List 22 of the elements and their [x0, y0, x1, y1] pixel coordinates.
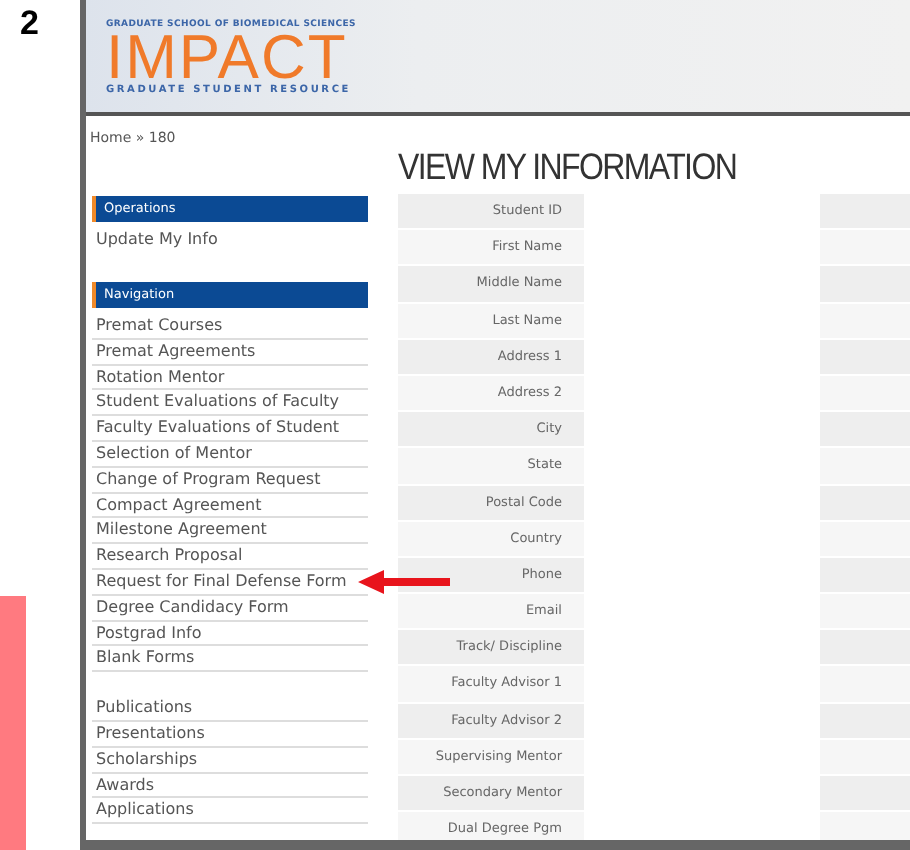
sidebar-link[interactable]: Update My Info: [92, 222, 368, 256]
sidebar-link[interactable]: Faculty Evaluations of Student: [96, 416, 340, 440]
sidebar-link[interactable]: Applications: [96, 798, 194, 823]
sidebar-link[interactable]: Student Evaluations of Faculty: [96, 390, 340, 415]
sidebar-link[interactable]: Compact Agreement: [96, 493, 262, 517]
sidebar-link[interactable]: Blank Forms: [96, 646, 195, 671]
sidebar-link[interactable]: Scholarships: [96, 747, 198, 772]
sidebar-link[interactable]: Research Proposal: [96, 544, 243, 568]
sidebar-link[interactable]: Presentations: [96, 721, 205, 746]
sidebar-link[interactable]: Postgrad Info: [96, 621, 202, 645]
sidebar-link[interactable]: Rotation Mentor: [96, 365, 225, 389]
sidebar-link[interactable]: Premat Courses: [96, 314, 223, 338]
sidebar-link[interactable]: Milestone Agreement: [96, 518, 267, 543]
sidebar-link[interactable]: Change of Program Request: [96, 467, 321, 492]
sidebar-link[interactable]: Awards: [96, 773, 154, 797]
page-title: VIEW MY INFORMATION: [398, 149, 737, 191]
sidebar-link[interactable]: Degree Candidacy Form: [96, 595, 289, 620]
sidebar-link[interactable]: Publications: [96, 696, 193, 720]
sidebar-link[interactable]: Premat Agreements: [96, 339, 256, 364]
figure-number: 2: [18, 2, 41, 44]
sidebar-link[interactable]: Selection of Mentor: [96, 441, 252, 466]
sidebar-link[interactable]: Request for Final Defense Form: [96, 569, 347, 594]
